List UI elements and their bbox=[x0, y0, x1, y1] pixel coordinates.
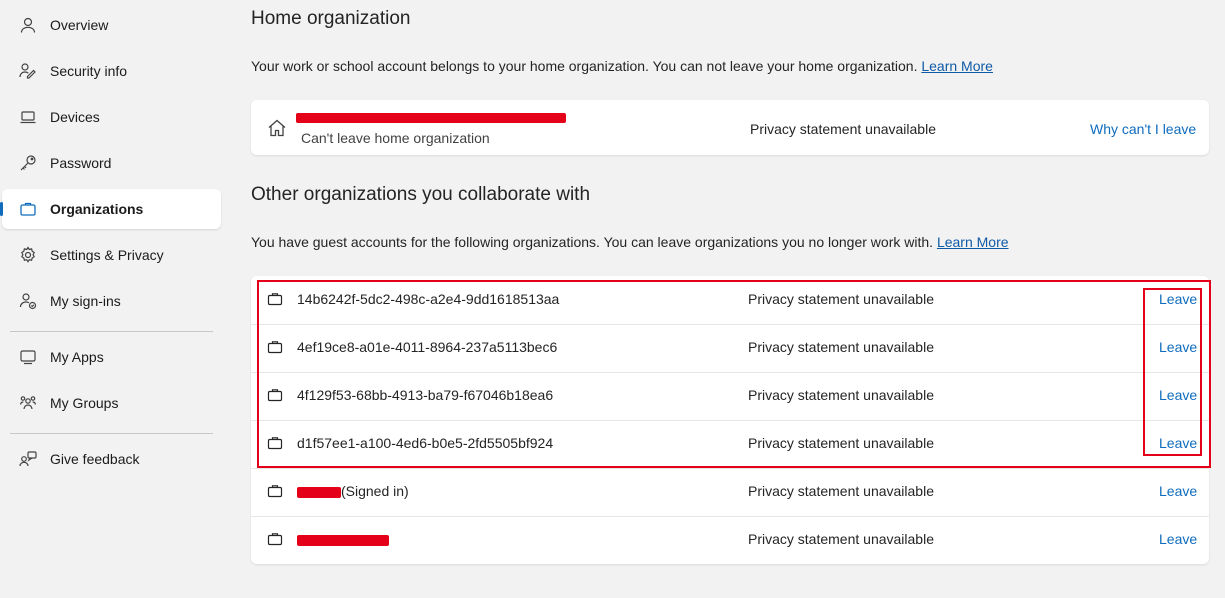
sidebar-item-label: My sign-ins bbox=[50, 293, 121, 309]
home-icon bbox=[267, 118, 287, 138]
sidebar-item-devices[interactable]: Devices bbox=[2, 97, 221, 137]
leave-button[interactable]: Leave bbox=[1159, 435, 1197, 451]
organization-name: 14b6242f-5dc2-498c-a2e4-9dd1618513aa bbox=[297, 291, 560, 307]
sidebar-item-my-apps[interactable]: My Apps bbox=[2, 337, 221, 377]
sidebar-item-label: Give feedback bbox=[50, 451, 140, 467]
sidebar-item-label: Devices bbox=[50, 109, 100, 125]
privacy-statement: Privacy statement unavailable bbox=[748, 387, 934, 403]
leave-button[interactable]: Leave bbox=[1159, 531, 1197, 547]
feedback-icon bbox=[19, 450, 37, 468]
sidebar-divider bbox=[10, 433, 213, 434]
home-organization-card: Can't leave home organization Privacy st… bbox=[251, 100, 1209, 155]
privacy-statement: Privacy statement unavailable bbox=[748, 291, 934, 307]
laptop-icon bbox=[19, 108, 37, 126]
briefcase-icon bbox=[267, 387, 283, 403]
signed-in-label: (Signed in) bbox=[341, 483, 409, 499]
active-indicator bbox=[0, 202, 3, 216]
row-divider bbox=[251, 516, 1209, 517]
key-icon bbox=[19, 154, 37, 172]
sidebar-divider bbox=[10, 331, 213, 332]
row-divider bbox=[251, 468, 1209, 469]
sign-ins-icon bbox=[19, 292, 37, 310]
privacy-statement: Privacy statement unavailable bbox=[748, 435, 934, 451]
organization-row: 4ef19ce8-a01e-4011-8964-237a5113bec6 Pri… bbox=[251, 324, 1209, 372]
sidebar: Overview Security info Devices Password … bbox=[0, 0, 228, 598]
sidebar-item-password[interactable]: Password bbox=[2, 143, 221, 183]
groups-icon bbox=[19, 394, 37, 412]
other-section-title: Other organizations you collaborate with bbox=[251, 184, 591, 205]
briefcase-icon bbox=[267, 483, 283, 499]
organization-name-redacted bbox=[297, 534, 389, 546]
home-organization-name-redacted bbox=[296, 113, 566, 123]
sidebar-item-give-feedback[interactable]: Give feedback bbox=[2, 439, 221, 479]
organization-row: Privacy statement unavailable Leave bbox=[251, 516, 1209, 564]
briefcase-icon bbox=[267, 435, 283, 451]
sidebar-item-label: Organizations bbox=[50, 201, 144, 217]
leave-button[interactable]: Leave bbox=[1159, 387, 1197, 403]
other-description-text: You have guest accounts for the followin… bbox=[251, 234, 934, 250]
privacy-statement: Privacy statement unavailable bbox=[748, 531, 934, 547]
sidebar-item-label: Password bbox=[50, 155, 112, 171]
privacy-statement: Privacy statement unavailable bbox=[748, 483, 934, 499]
organization-row: 4f129f53-68bb-4913-ba79-f67046b18ea6 Pri… bbox=[251, 372, 1209, 420]
security-info-icon bbox=[19, 62, 37, 80]
leave-button[interactable]: Leave bbox=[1159, 291, 1197, 307]
organization-row: 14b6242f-5dc2-498c-a2e4-9dd1618513aa Pri… bbox=[251, 276, 1209, 324]
row-divider bbox=[251, 324, 1209, 325]
organization-name-redacted bbox=[297, 486, 341, 498]
organization-row: (Signed in) Privacy statement unavailabl… bbox=[251, 468, 1209, 516]
why-cant-i-leave-link[interactable]: Why can't I leave bbox=[1090, 121, 1196, 137]
person-icon bbox=[19, 16, 37, 34]
sidebar-item-security-info[interactable]: Security info bbox=[2, 51, 221, 91]
other-learn-more-link[interactable]: Learn More bbox=[937, 234, 1009, 250]
sidebar-item-label: Settings & Privacy bbox=[50, 247, 164, 263]
sidebar-item-label: Overview bbox=[50, 17, 109, 33]
sidebar-item-my-sign-ins[interactable]: My sign-ins bbox=[2, 281, 221, 321]
sidebar-item-settings-privacy[interactable]: Settings & Privacy bbox=[2, 235, 221, 275]
row-divider bbox=[251, 420, 1209, 421]
sidebar-item-label: Security info bbox=[50, 63, 128, 79]
apps-icon bbox=[19, 348, 37, 366]
organization-name: 4f129f53-68bb-4913-ba79-f67046b18ea6 bbox=[297, 387, 554, 403]
home-privacy-statement: Privacy statement unavailable bbox=[750, 121, 936, 137]
organization-name: d1f57ee1-a100-4ed6-b0e5-2fd5505bf924 bbox=[297, 435, 554, 451]
home-organization-subtitle: Can't leave home organization bbox=[301, 130, 490, 146]
sidebar-item-label: My Groups bbox=[50, 395, 119, 411]
organization-row: d1f57ee1-a100-4ed6-b0e5-2fd5505bf924 Pri… bbox=[251, 420, 1209, 468]
briefcase-icon bbox=[267, 339, 283, 355]
sidebar-item-overview[interactable]: Overview bbox=[2, 5, 221, 45]
other-section-description: You have guest accounts for the followin… bbox=[251, 234, 1009, 250]
leave-button[interactable]: Leave bbox=[1159, 339, 1197, 355]
other-organizations-list: 14b6242f-5dc2-498c-a2e4-9dd1618513aa Pri… bbox=[251, 276, 1209, 564]
briefcase-icon bbox=[19, 200, 37, 218]
sidebar-item-organizations[interactable]: Organizations bbox=[0, 189, 221, 229]
home-section-title: Home organization bbox=[251, 8, 411, 29]
leave-button[interactable]: Leave bbox=[1159, 483, 1197, 499]
gear-icon bbox=[19, 246, 37, 264]
home-learn-more-link[interactable]: Learn More bbox=[921, 58, 993, 74]
home-section-description: Your work or school account belongs to y… bbox=[251, 58, 993, 74]
organization-name: 4ef19ce8-a01e-4011-8964-237a5113bec6 bbox=[297, 339, 558, 355]
home-description-text: Your work or school account belongs to y… bbox=[251, 58, 918, 74]
organization-name bbox=[297, 531, 389, 547]
row-divider bbox=[251, 372, 1209, 373]
briefcase-icon bbox=[267, 531, 283, 547]
privacy-statement: Privacy statement unavailable bbox=[748, 339, 934, 355]
organization-name: (Signed in) bbox=[297, 483, 409, 499]
briefcase-icon bbox=[267, 291, 283, 307]
sidebar-item-my-groups[interactable]: My Groups bbox=[2, 383, 221, 423]
sidebar-item-label: My Apps bbox=[50, 349, 104, 365]
